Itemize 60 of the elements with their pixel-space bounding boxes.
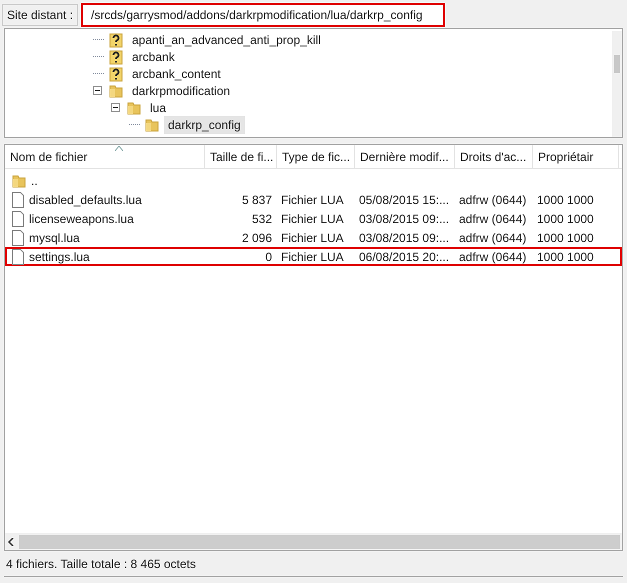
table-cell-text: adfrw (0644) [459,248,526,266]
file-row[interactable]: licenseweapons.lua 532 Fichier LUA 03/08/2015 09:... adfrw (0644) 1000 1000 [5,209,622,228]
table-cell-text: Fichier LUA [281,210,344,228]
file-row[interactable]: .. [5,171,622,190]
vertical-scrollbar[interactable] [612,31,622,137]
table-cell-text: 2 096 [242,230,272,246]
table-cell-text: 1000 1000 [537,210,594,228]
table-cell-text: 532 [252,210,272,228]
table-cell-text: 03/08/2015 09:... [359,210,450,228]
table-cell-text: Fichier LUA [281,230,344,246]
question-folder-icon [108,48,124,64]
table-cell-text: adfrw (0644) [459,192,526,208]
path-field[interactable]: /srcds/garrysmod/addons/darkrpmodification/lua/darkrp_config [81,3,445,27]
status-text: 4 fichiers. Taille totale : 8 465 octets [6,556,196,572]
horizontal-scrollbar[interactable] [5,533,622,550]
column-header[interactable]: Droits d'ac... [455,145,533,168]
file-icon [11,210,25,226]
table-cell-text: .. [31,172,38,190]
remote-site-label: Site distant : [2,4,78,26]
folder-icon [108,82,124,98]
question-folder-icon [108,32,124,48]
question-folder-icon [108,66,124,82]
table-cell-text: 03/08/2015 09:... [359,230,450,246]
folder-icon [144,116,160,132]
tree-item[interactable]: lua [146,98,170,116]
file-icon [11,192,25,208]
table-cell-text: 1000 1000 [537,230,594,246]
table-cell-text: adfrw (0644) [459,230,526,246]
collapse-icon[interactable] [111,103,120,112]
table-cell-text: mysql.lua [29,230,80,246]
table-cell-text: adfrw (0644) [459,210,526,228]
tree-item[interactable]: apanti_an_advanced_anti_prop_kill [128,30,325,48]
column-header[interactable]: Dernière modif... [355,145,455,168]
table-cell-text: 05/08/2015 15:... [359,192,450,208]
folder-icon [126,100,142,116]
table-cell-text: Fichier LUA [281,248,344,266]
table-cell-text: licenseweapons.lua [29,210,134,228]
table-cell-text: 0 [265,248,272,266]
column-header[interactable]: Taille de fi... [205,145,277,168]
table-cell-text: 5 837 [242,192,272,208]
file-icon [11,248,25,264]
tree-item[interactable]: darkrpmodification [128,82,234,100]
table-cell-text: 1000 1000 [537,192,594,208]
tree-item[interactable]: arcbank [128,48,179,66]
file-row[interactable]: mysql.lua 2 096 Fichier LUA 03/08/2015 09:... adfrw (0644) 1000 1000 [5,228,622,247]
table-cell-text: disabled_defaults.lua [29,192,142,208]
collapse-icon[interactable] [93,86,102,95]
column-header[interactable]: Nom de fichier [5,145,205,168]
column-header[interactable]: Type de fic... [277,145,355,168]
file-row[interactable]: settings.lua 0 Fichier LUA 06/08/2015 20:... adfrw (0644) 1000 1000 [5,247,622,266]
file-icon [11,230,25,246]
table-cell-text: 1000 1000 [537,248,594,266]
file-row[interactable]: disabled_defaults.lua 5 837 Fichier LUA 05/08/2015 15:... adfrw (0644) 1000 1000 [5,190,622,209]
column-header[interactable]: Propriétair [533,145,619,168]
table-cell-text: settings.lua [29,248,90,266]
table-cell-text: 06/08/2015 20:... [359,248,450,266]
tree-item[interactable]: arcbank_content [128,64,225,82]
table-cell-text: Fichier LUA [281,192,344,208]
tree-item[interactable]: darkrp_config [164,116,245,134]
folder-icon [11,172,27,188]
